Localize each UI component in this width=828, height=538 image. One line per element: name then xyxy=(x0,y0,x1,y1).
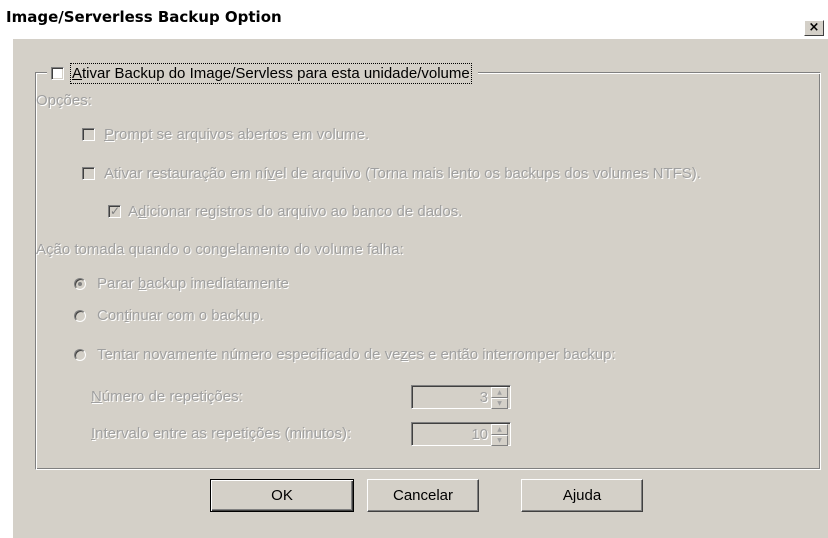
retry-backup-label: Tentar novamente número especificado de … xyxy=(97,346,616,363)
prompt-open-files-label: Prompt se arquivos abertos em volume. xyxy=(104,126,370,143)
spin-down-icon[interactable]: ▼ xyxy=(491,435,508,446)
add-file-records-checkbox[interactable]: ✓ xyxy=(108,204,121,218)
continue-backup-label: Continuar com o backup. xyxy=(97,307,264,324)
stop-backup-radio[interactable] xyxy=(74,277,86,290)
backup-option-dialog: Image/Serverless Backup Option × Ativar … xyxy=(0,0,828,538)
options-heading-row: Opções: xyxy=(36,92,92,109)
retry-count-row: Número de repetições: xyxy=(91,388,243,405)
stop-backup-label: Parar backup imediatamente xyxy=(97,275,289,292)
spin-up-icon[interactable]: ▲ xyxy=(491,424,508,435)
continue-backup-radio[interactable] xyxy=(74,309,86,322)
spin-up-icon[interactable]: ▲ xyxy=(491,387,508,398)
enable-backup-checkbox[interactable] xyxy=(51,66,64,80)
retry-interval-row: Intervalo entre as repetições (minutos): xyxy=(91,425,351,442)
retry-count-arrows: ▲ ▼ xyxy=(491,387,508,409)
help-button[interactable]: Ajuda xyxy=(521,479,643,512)
retry-interval-label: Intervalo entre as repetições (minutos): xyxy=(91,425,352,442)
close-icon: × xyxy=(808,20,820,35)
enable-backup-label[interactable]: Ativar Backup do Image/Servless para est… xyxy=(70,62,472,84)
retry-interval-value[interactable]: 10 xyxy=(412,426,491,443)
retry-count-value[interactable]: 3 xyxy=(412,389,491,406)
freeze-heading-row: Ação tomada quando o congelamento do vol… xyxy=(36,241,404,258)
freeze-fail-heading: Ação tomada quando o congelamento do vol… xyxy=(36,241,404,258)
stop-backup-row[interactable]: Parar backup imediatamente xyxy=(74,275,289,292)
retry-count-label: Número de repetições: xyxy=(91,388,243,405)
spin-down-icon[interactable]: ▼ xyxy=(491,398,508,409)
cancel-button[interactable]: Cancelar xyxy=(367,479,479,512)
file-level-restore-row[interactable]: Ativar restauração em nível de arquivo (… xyxy=(82,165,701,182)
retry-interval-spinner[interactable]: 10 ▲ ▼ xyxy=(411,422,511,446)
retry-backup-row[interactable]: Tentar novamente número especificado de … xyxy=(74,346,616,363)
radio-selected-dot xyxy=(78,281,82,286)
window-title: Image/Serverless Backup Option xyxy=(6,8,282,26)
enable-backup-row[interactable]: Ativar Backup do Image/Servless para est… xyxy=(47,62,478,84)
close-button[interactable]: × xyxy=(804,20,824,36)
add-file-records-label: Adicionar registros do arquivo ao banco … xyxy=(128,203,463,220)
file-level-restore-checkbox[interactable] xyxy=(82,167,95,180)
ok-button[interactable]: OK xyxy=(210,479,354,512)
continue-backup-row[interactable]: Continuar com o backup. xyxy=(74,307,264,324)
title-bar: Image/Serverless Backup Option × xyxy=(0,0,828,36)
checkmark-icon: ✓ xyxy=(110,204,121,218)
retry-interval-arrows: ▲ ▼ xyxy=(491,424,508,446)
prompt-open-files-row[interactable]: Prompt se arquivos abertos em volume. xyxy=(82,126,369,143)
dialog-body: Ativar Backup do Image/Servless para est… xyxy=(13,39,828,538)
retry-count-spinner[interactable]: 3 ▲ ▼ xyxy=(411,385,511,409)
file-level-restore-label: Ativar restauração em nível de arquivo (… xyxy=(104,165,701,182)
add-file-records-row[interactable]: ✓ Adicionar registros do arquivo ao banc… xyxy=(108,203,462,220)
options-heading: Opções: xyxy=(36,92,92,109)
retry-backup-radio[interactable] xyxy=(74,348,86,361)
prompt-open-files-checkbox[interactable] xyxy=(82,128,95,141)
